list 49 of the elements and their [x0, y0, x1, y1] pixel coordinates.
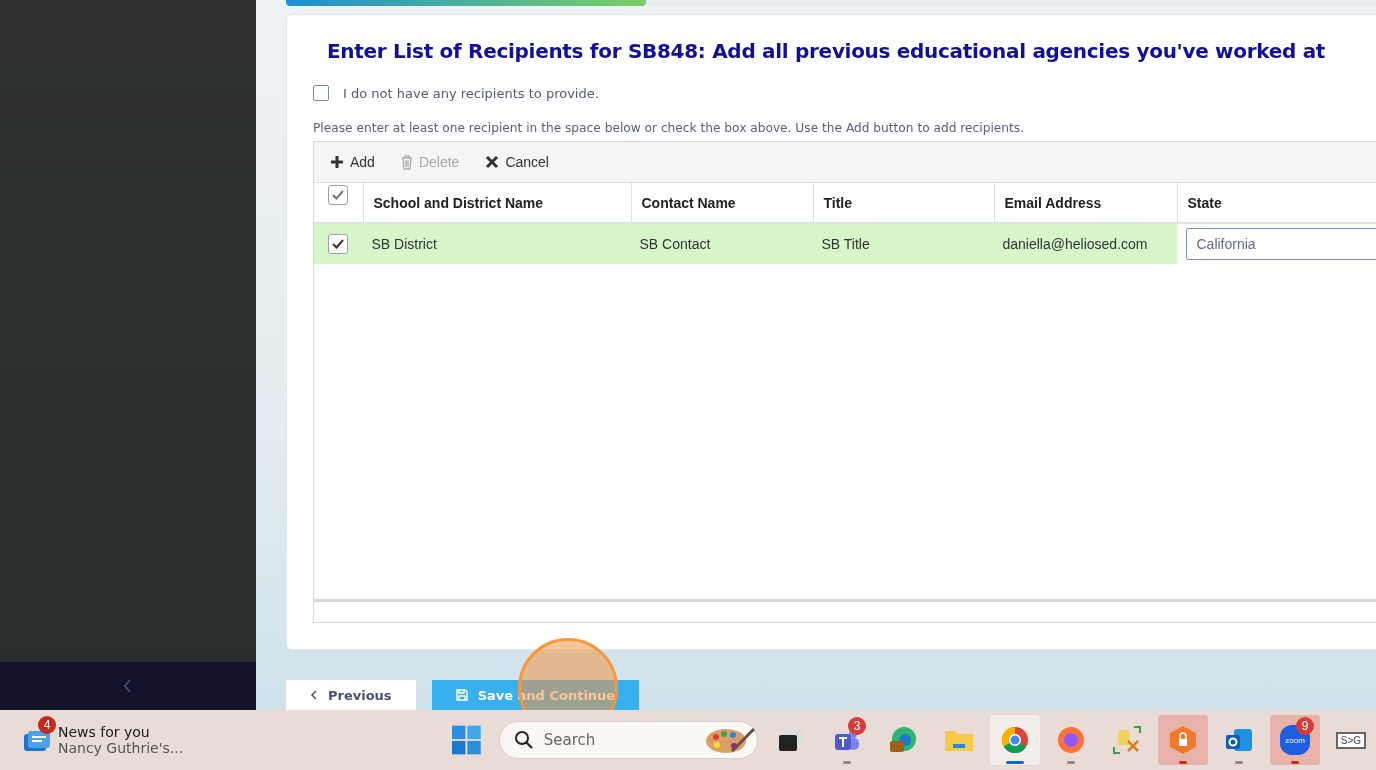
chevron-left-icon: [310, 690, 318, 700]
trash-icon: [400, 154, 413, 170]
table-row[interactable]: SB District SB Contact SB Title daniella@heliosed.com California: [314, 223, 1376, 264]
collapse-icon[interactable]: [122, 678, 134, 694]
state-field[interactable]: California: [1185, 228, 1376, 260]
column-header[interactable]: Title: [823, 194, 853, 211]
notification-badge: 9: [1296, 717, 1314, 735]
search-field[interactable]: Search: [541, 730, 696, 750]
checkbox-label: I do not have any recipients to provide.: [343, 85, 599, 101]
news-subtitle: Nancy Guthrie's...: [58, 740, 184, 756]
windows-icon: [777, 727, 805, 753]
page-heading: Enter List of Recipients for SB848: Add all previous educational agencies you've worked at: [327, 39, 1327, 63]
check-icon: [332, 190, 345, 200]
toolbar-button[interactable]: Add: [322, 150, 383, 174]
palette-icon: [703, 725, 756, 755]
instructions-text: Please enter at least one recipient in the space below or check the box above. Use the Add button to add recipients.: [313, 121, 1026, 135]
table-cell: SB Contact: [639, 236, 711, 252]
column-header[interactable]: State: [1187, 194, 1222, 211]
toolbar-button[interactable]: Cancel: [477, 150, 557, 174]
plus-icon: [330, 155, 344, 169]
browser-icon: [888, 725, 918, 755]
taskbar-app[interactable]: S>G: [1326, 715, 1376, 765]
notification-badge: 3: [848, 717, 866, 735]
table-cell: SB Title: [821, 236, 870, 252]
cloud-lock-icon: [1168, 725, 1198, 755]
taskbar-app[interactable]: zoom 9: [1270, 715, 1320, 765]
select-all-checkbox[interactable]: [328, 185, 349, 205]
search-icon: [513, 730, 534, 750]
taskbar-app[interactable]: 3: [822, 715, 872, 765]
scroll-bar[interactable]: [314, 599, 1376, 602]
save-icon: [455, 689, 468, 701]
table-cell: SB District: [371, 236, 437, 252]
row-checkbox[interactable]: [328, 234, 349, 254]
column-header[interactable]: Email Address: [1004, 194, 1102, 211]
column-header[interactable]: School and District Name: [373, 194, 544, 211]
tools-icon: [1112, 725, 1142, 755]
column-header[interactable]: Contact Name: [641, 194, 736, 211]
windows-logo-icon[interactable]: [452, 725, 481, 755]
monitor-icon: S>G: [1335, 731, 1367, 749]
news-title: News for you: [58, 724, 151, 740]
browser-icon: [1056, 725, 1086, 755]
notification-badge: 4: [38, 716, 56, 734]
table-cell: daniella@heliosed.com: [1002, 236, 1148, 252]
check-icon: [332, 239, 345, 249]
checkbox[interactable]: [313, 85, 329, 101]
browser-icon: [1000, 725, 1030, 755]
search-bar[interactable]: Search: [498, 721, 758, 759]
previous-button[interactable]: Previous: [286, 680, 416, 710]
close-icon: [485, 155, 500, 169]
